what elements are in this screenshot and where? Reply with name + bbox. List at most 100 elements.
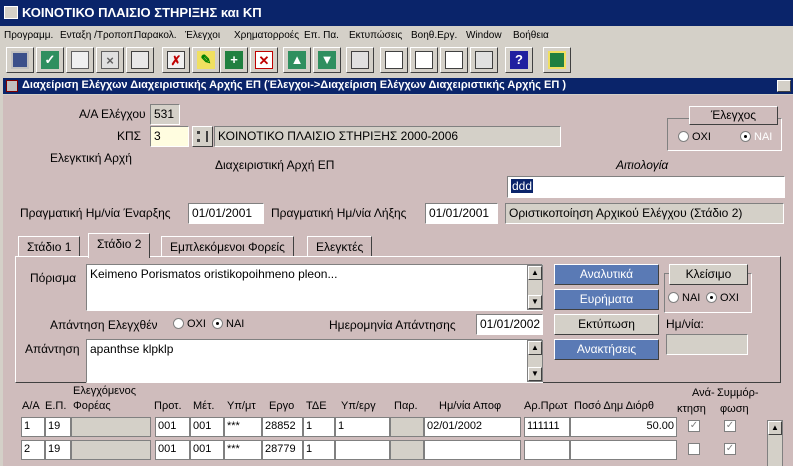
porisma-field[interactable]: Keimeno Porismatos oristikopoihmeno pleo…	[86, 264, 543, 311]
kps-field[interactable]: 3	[150, 126, 189, 147]
tab-emplekomenoi-foreis[interactable]: Εμπλεκόμενοι Φορείς	[161, 236, 294, 257]
scroll-up-icon[interactable]: ▲	[768, 421, 782, 435]
apantisi-no-option[interactable]: ΟΧΙ	[173, 318, 206, 330]
app-icon[interactable]	[4, 6, 18, 19]
menu-ektyposeis[interactable]: Εκτυπώσεις	[349, 30, 402, 41]
scroll-up-icon[interactable]: ▲	[528, 341, 542, 355]
cell-anakt-checkbox[interactable]: ✓	[688, 420, 700, 432]
cell-yperg[interactable]	[335, 440, 390, 460]
cell-tde[interactable]: 1	[303, 440, 335, 460]
cell-foreas[interactable]	[71, 417, 151, 437]
start-date-field[interactable]: 01/01/2001	[188, 203, 264, 224]
ektyposi-button[interactable]: Εκτύπωση	[554, 314, 659, 335]
kleisimo-yes-radio[interactable]	[668, 292, 679, 303]
previous-record-button[interactable]: ▲	[283, 47, 311, 73]
kleisimo-date-field[interactable]	[666, 334, 748, 355]
cell-yperg[interactable]: 1	[335, 417, 390, 437]
insert-record-button[interactable]: +	[220, 47, 248, 73]
cell-ep[interactable]: 19	[45, 417, 71, 437]
print-button[interactable]	[346, 47, 374, 73]
cell-foreas[interactable]	[71, 440, 151, 460]
cell-hmapof[interactable]	[424, 440, 521, 460]
col-foreas: Φορέας	[73, 400, 111, 412]
list-button[interactable]	[380, 47, 408, 73]
tab-stadio-1[interactable]: Στάδιο 1	[18, 236, 81, 257]
cell-tde[interactable]: 1	[303, 417, 335, 437]
cell-anakt-checkbox[interactable]	[688, 443, 700, 455]
cell-hmapof[interactable]: 02/01/2002	[424, 417, 521, 437]
menu-window[interactable]: Window	[466, 30, 502, 41]
cell-symm-checkbox[interactable]: ✓	[724, 443, 736, 455]
cell-symm-checkbox[interactable]: ✓	[724, 420, 736, 432]
apantisi-yes-radio[interactable]	[212, 318, 223, 329]
cell-par[interactable]	[390, 440, 424, 460]
cell-prot[interactable]: 001	[155, 440, 190, 460]
menu-programm[interactable]: Προγραμμ.	[4, 30, 53, 41]
scroll-up-icon[interactable]: ▲	[528, 266, 542, 280]
cancel-query-button[interactable]: ×	[96, 47, 124, 73]
cell-par[interactable]	[390, 417, 424, 437]
document-button[interactable]	[440, 47, 468, 73]
cell-ergo[interactable]: 28852	[262, 417, 303, 437]
kleisimo-no-option[interactable]: ΟΧΙ	[706, 292, 739, 304]
cell-arprot[interactable]	[524, 440, 570, 460]
eurimata-button[interactable]: Ευρήματα	[554, 289, 659, 310]
grid-scrollbar[interactable]: ▲	[767, 420, 783, 466]
date-apantisis-field[interactable]: 01/01/2002	[476, 314, 543, 335]
cell-poso[interactable]: 50.00	[570, 417, 677, 437]
edit-button[interactable]: ✎	[192, 47, 220, 73]
edit-icon: ✎	[197, 51, 215, 69]
cell-met[interactable]: 001	[190, 417, 224, 437]
cell-poso[interactable]	[570, 440, 677, 460]
kleisimo-no-radio[interactable]	[706, 292, 717, 303]
exit-button[interactable]	[543, 47, 571, 73]
save-button[interactable]	[6, 47, 34, 73]
elegxos-yes-radio[interactable]	[740, 131, 751, 142]
cell-ergo[interactable]: 28779	[262, 440, 303, 460]
commit-button[interactable]: ✓	[36, 47, 64, 73]
minimize-button[interactable]	[777, 80, 791, 92]
apantisi-field[interactable]: apanthse klpklp	[86, 339, 543, 383]
porisma-scrollbar[interactable]: ▲ ▼	[527, 265, 543, 310]
apantisi-scrollbar[interactable]: ▲ ▼	[527, 340, 543, 382]
cell-aa[interactable]: 1	[21, 417, 45, 437]
aitiologia-field[interactable]: ddd	[507, 176, 785, 198]
cell-met[interactable]: 001	[190, 440, 224, 460]
elegxos-no-option[interactable]: ΟΧΙ	[678, 131, 711, 143]
elegxos-yes-option[interactable]: ΝΑΙ	[740, 131, 772, 143]
apantisi-no-radio[interactable]	[173, 318, 184, 329]
cell-ypmt[interactable]: ***	[224, 440, 262, 460]
elegxos-no-radio[interactable]	[678, 131, 689, 142]
cell-ep[interactable]: 19	[45, 440, 71, 460]
clear-button[interactable]: ✗	[162, 47, 190, 73]
anaktiseis-button[interactable]: Ανακτήσεις	[554, 339, 659, 360]
form-button[interactable]	[410, 47, 438, 73]
preview-button[interactable]	[126, 47, 154, 73]
tab-elegktes[interactable]: Ελεγκτές	[307, 236, 373, 257]
copy-button[interactable]	[66, 47, 94, 73]
menu-xrimatorroes[interactable]: Χρηματορροές	[234, 30, 299, 41]
help-button[interactable]: ?	[505, 47, 533, 73]
cell-arprot[interactable]: 111111	[524, 417, 570, 437]
menu-help[interactable]: Βοήθεια	[513, 30, 549, 41]
menu-ep-pa[interactable]: Επ. Πα.	[304, 30, 339, 41]
cell-ypmt[interactable]: ***	[224, 417, 262, 437]
cell-prot[interactable]: 001	[155, 417, 190, 437]
delete-record-button[interactable]: ✕	[250, 47, 278, 73]
analytika-button[interactable]: Αναλυτικά	[554, 264, 659, 285]
end-date-field[interactable]: 01/01/2001	[425, 203, 498, 224]
tab-stadio-2[interactable]: Στάδιο 2	[88, 233, 151, 258]
cell-aa[interactable]: 2	[21, 440, 45, 460]
kleisimo-yes-option[interactable]: ΝΑΙ	[668, 292, 700, 304]
apantisi-yes-option[interactable]: ΝΑΙ	[212, 318, 244, 330]
clipboard-button[interactable]	[470, 47, 498, 73]
lov-button[interactable]	[192, 126, 213, 147]
next-record-button[interactable]: ▼	[313, 47, 341, 73]
aa-field[interactable]: 531	[150, 104, 180, 125]
menu-elegxoi[interactable]: Έλεγχοι	[185, 30, 220, 41]
scroll-down-icon[interactable]: ▼	[528, 295, 542, 309]
scroll-down-icon[interactable]: ▼	[528, 367, 542, 381]
menu-entaxi[interactable]: Ενταξη /Τροποπ.	[60, 30, 136, 41]
menu-voith-erg[interactable]: Βοηθ.Εργ.	[411, 30, 457, 41]
menu-parakol[interactable]: Παρακολ.	[134, 30, 177, 41]
